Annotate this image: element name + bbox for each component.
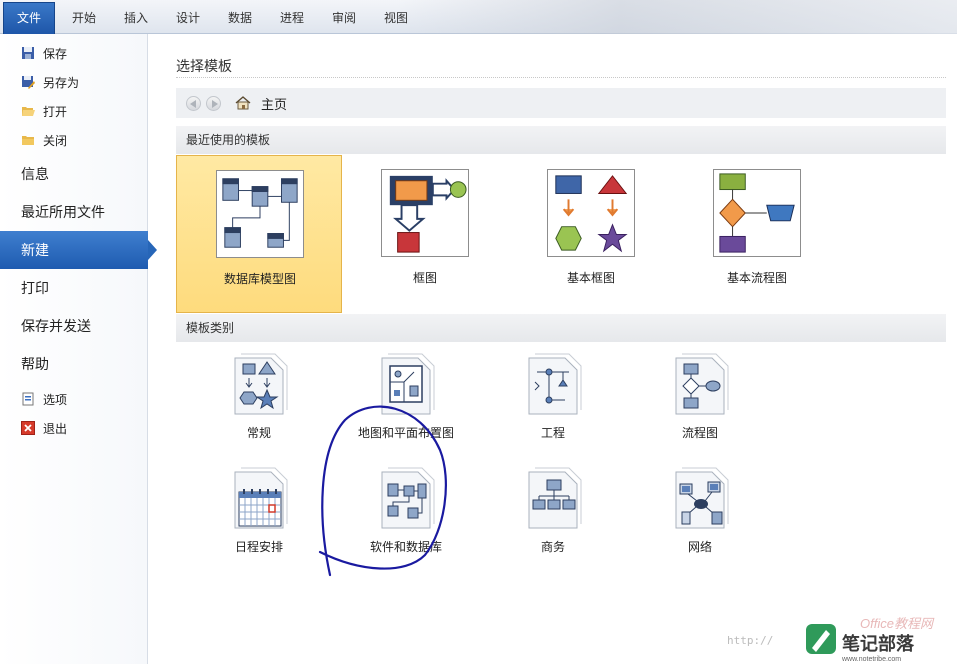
tab-file[interactable]: 文件 xyxy=(3,2,55,35)
tab-review[interactable]: 审阅 xyxy=(322,0,366,34)
exit-icon xyxy=(21,421,35,435)
nav-print[interactable]: 打印 xyxy=(0,269,148,307)
tab-process[interactable]: 进程 xyxy=(270,0,314,34)
logo-brand: Office教程网 xyxy=(860,616,935,631)
schedule-calendar-icon xyxy=(234,467,288,529)
flowchart-icon xyxy=(675,353,729,415)
basic-block-diagram-thumbnail xyxy=(547,169,635,257)
nav-info[interactable]: 信息 xyxy=(0,155,148,193)
template-category-header: 模板类别 xyxy=(176,314,946,342)
category-label: 工程 xyxy=(540,426,565,440)
watermark-url: http:// xyxy=(727,634,774,647)
template-basic-block-diagram[interactable]: 基本框图 xyxy=(508,155,674,313)
save-as-icon xyxy=(22,76,35,89)
page-title: 选择模板 xyxy=(176,59,232,75)
nav-open[interactable]: 打开 xyxy=(0,97,148,125)
nav-save[interactable]: 保存 xyxy=(0,39,148,67)
category-label: 商务 xyxy=(540,540,565,554)
nav-close-label: 关闭 xyxy=(43,133,68,148)
category-label: 流程图 xyxy=(681,426,718,440)
database-model-thumbnail xyxy=(216,170,304,258)
template-label: 框图 xyxy=(412,271,437,285)
backstage-nav: 保存 另存为 打开 关闭 信息 最近所用文件 新建 打印 保存并发送 帮助 选项… xyxy=(0,34,157,664)
breadcrumb-home[interactable]: 主页 xyxy=(261,94,287,113)
home-icon[interactable] xyxy=(235,96,251,110)
category-schedule[interactable]: 日程安排 xyxy=(195,466,323,570)
folder-open-icon xyxy=(22,107,35,116)
category-engineering[interactable]: 工程 xyxy=(489,352,617,456)
save-icon xyxy=(22,47,34,59)
category-software-database[interactable]: 软件和数据库 xyxy=(342,466,470,570)
tab-data[interactable]: 数据 xyxy=(218,0,262,34)
tab-view[interactable]: 视图 xyxy=(374,0,418,34)
options-icon xyxy=(22,392,34,406)
main-panel: 选择模板 主页 最近使用的模板 数据库模型图 框图 基本框图 基本流程图 模板类… xyxy=(149,34,957,664)
nav-open-label: 打开 xyxy=(43,104,68,119)
forward-button[interactable] xyxy=(206,95,221,111)
nav-options-label: 选项 xyxy=(43,392,68,407)
logo-url: www.notetribe.com xyxy=(841,656,901,663)
category-flowchart[interactable]: 流程图 xyxy=(636,352,764,456)
category-maps-floor-plans[interactable]: 地图和平面布置图 xyxy=(342,352,470,456)
nav-close[interactable]: 关闭 xyxy=(0,126,148,154)
category-label: 日程安排 xyxy=(234,540,283,554)
general-template-icon xyxy=(234,353,288,415)
block-diagram-thumbnail xyxy=(381,169,469,257)
nav-exit-label: 退出 xyxy=(43,421,68,436)
title-divider xyxy=(176,77,946,78)
template-label: 基本框图 xyxy=(566,271,615,285)
back-button[interactable] xyxy=(186,95,201,111)
logo-text: 笔记部落 xyxy=(842,633,915,655)
category-business[interactable]: 商务 xyxy=(489,466,617,570)
engineering-icon xyxy=(528,353,582,415)
nav-new[interactable]: 新建 xyxy=(0,231,157,269)
site-logo: Office教程网 笔记部落 www.notetribe.com xyxy=(800,612,957,664)
tab-insert[interactable]: 插入 xyxy=(114,0,158,34)
nav-recent[interactable]: 最近所用文件 xyxy=(0,193,148,231)
nav-save-as-label: 另存为 xyxy=(43,75,80,90)
template-breadcrumb-bar: 主页 xyxy=(176,88,946,118)
basic-flowchart-thumbnail xyxy=(713,169,801,257)
ribbon-blur xyxy=(397,0,957,34)
template-database-model[interactable]: 数据库模型图 xyxy=(176,155,342,313)
category-general[interactable]: 常规 xyxy=(195,352,323,456)
business-org-chart-icon xyxy=(528,467,582,529)
nav-exit[interactable]: 退出 xyxy=(0,414,148,442)
ribbon-tab-bar: 文件 开始 插入 设计 数据 进程 审阅 视图 xyxy=(0,0,957,35)
nav-options[interactable]: 选项 xyxy=(0,385,148,413)
template-basic-flowchart[interactable]: 基本流程图 xyxy=(674,155,840,313)
template-label: 数据库模型图 xyxy=(223,272,296,286)
network-icon xyxy=(675,467,729,529)
nav-save-as[interactable]: 另存为 xyxy=(0,68,148,96)
template-label: 基本流程图 xyxy=(726,271,787,285)
category-label: 常规 xyxy=(246,426,271,440)
maps-floor-plans-icon xyxy=(381,353,435,415)
template-block-diagram[interactable]: 框图 xyxy=(342,155,508,313)
folder-close-icon xyxy=(22,136,34,145)
software-database-icon xyxy=(381,467,435,529)
recent-templates-header: 最近使用的模板 xyxy=(176,126,946,154)
category-label: 地图和平面布置图 xyxy=(357,426,454,440)
category-label: 软件和数据库 xyxy=(369,540,442,554)
nav-save-label: 保存 xyxy=(43,46,68,61)
nav-save-send[interactable]: 保存并发送 xyxy=(0,307,148,345)
nav-help[interactable]: 帮助 xyxy=(0,345,148,383)
tab-home[interactable]: 开始 xyxy=(62,0,106,34)
category-label: 网络 xyxy=(687,540,712,554)
category-network[interactable]: 网络 xyxy=(636,466,764,570)
tab-design[interactable]: 设计 xyxy=(166,0,210,34)
